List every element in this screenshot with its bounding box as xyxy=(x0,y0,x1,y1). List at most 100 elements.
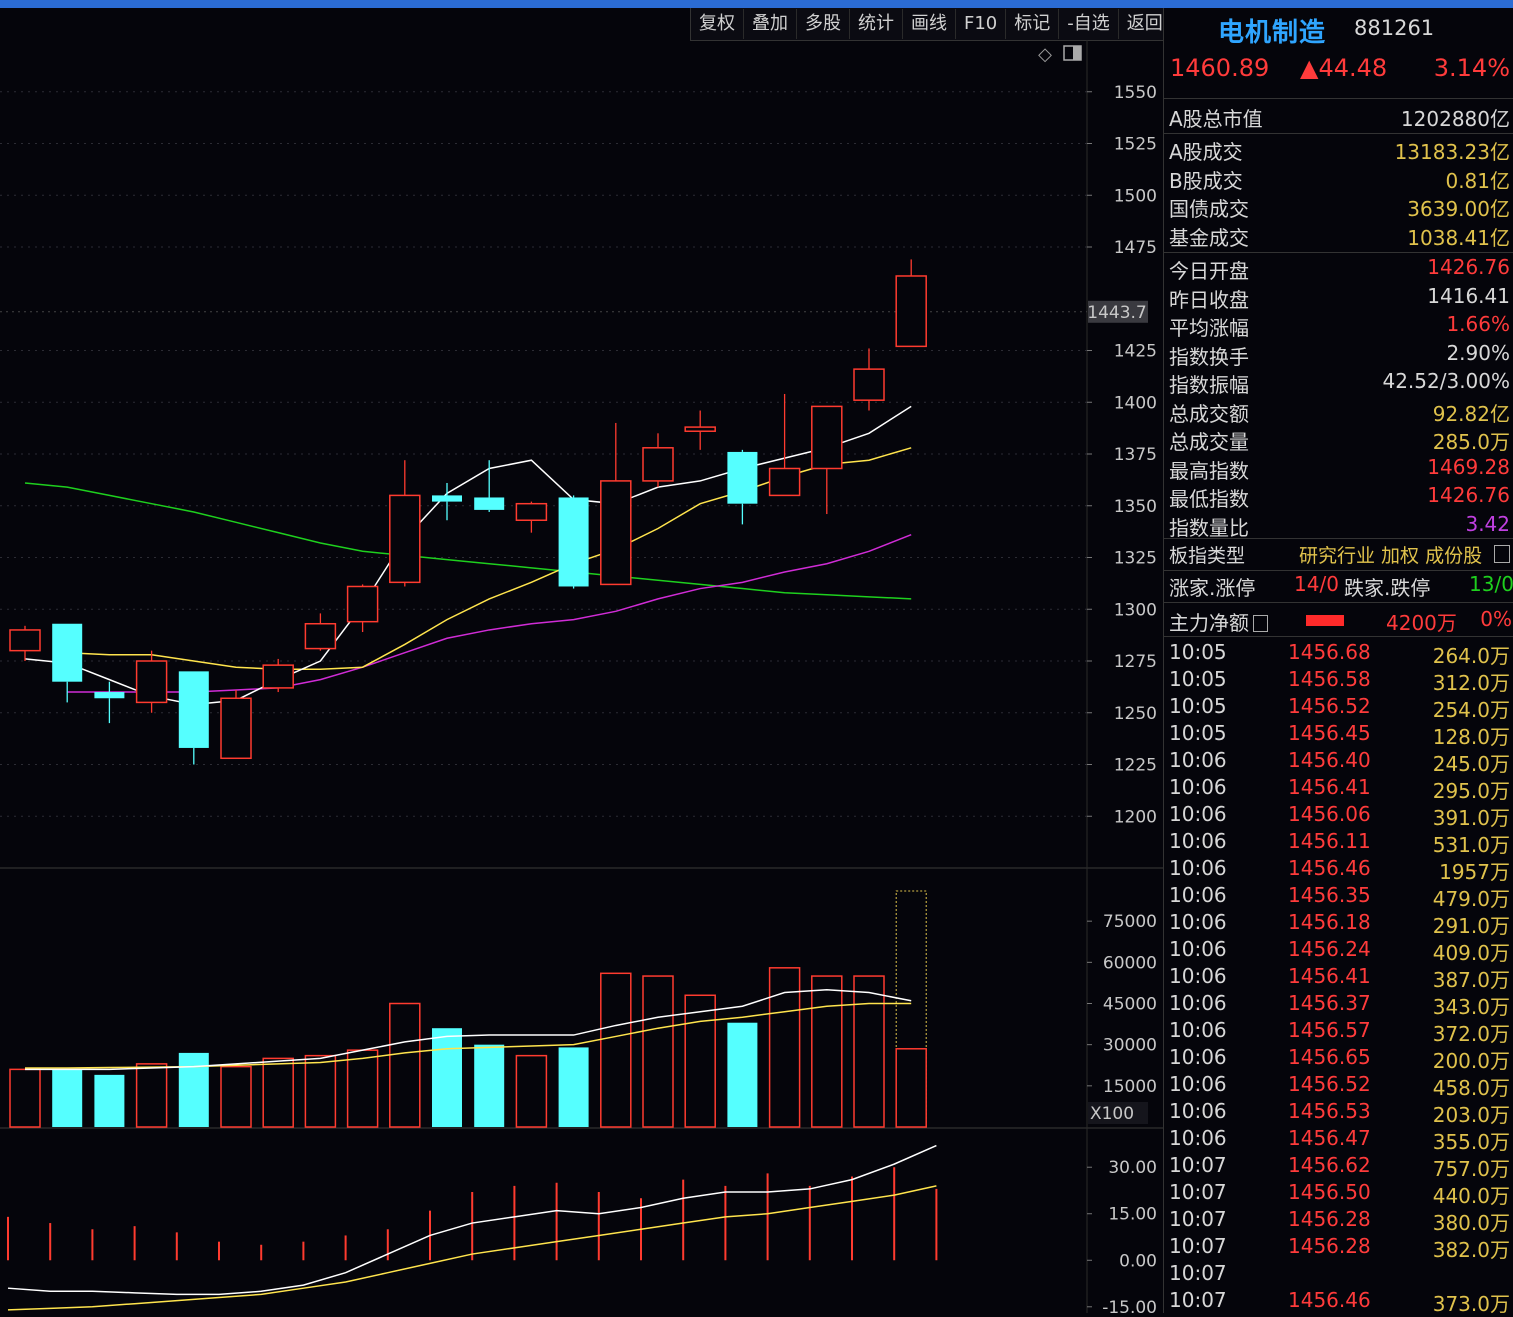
price-tick-label: 1200 xyxy=(1114,807,1157,827)
tick-row: 10:06 1456.11 531.0万 xyxy=(1164,829,1510,857)
tick-price: 1456.58 xyxy=(1288,667,1371,691)
list-icon[interactable] xyxy=(1494,545,1510,563)
tick-row: 10:05 1456.52 254.0万 xyxy=(1164,694,1510,722)
index-type-value: 研究行业 加权 成份股 xyxy=(1299,545,1483,567)
tick-time: 10:05 xyxy=(1169,667,1227,691)
stat-label: 指数换手 xyxy=(1169,344,1249,369)
tick-time: 10:05 xyxy=(1169,721,1227,745)
candle-body xyxy=(895,275,927,348)
candle-body xyxy=(135,660,168,704)
volume-bar xyxy=(811,975,843,1128)
tick-volume: 355.0万 xyxy=(1432,1130,1510,1154)
volume-bar xyxy=(515,1054,548,1128)
price-tick-label: 1375 xyxy=(1114,445,1157,465)
toolbar-overlay-button[interactable]: 叠加 xyxy=(744,9,797,39)
volume-unit-label: X100 xyxy=(1090,1104,1134,1124)
stat-label: 昨日收盘 xyxy=(1169,287,1249,312)
price-tick-label: 1350 xyxy=(1114,497,1157,517)
candle-body xyxy=(52,623,83,682)
toolbar-fuquan-button[interactable]: 复权 xyxy=(691,9,744,39)
tick-row: 10:05 1456.45 128.0万 xyxy=(1164,721,1510,749)
main-flow-row: 主力净额 4200万 0% xyxy=(1164,607,1513,635)
volume-bar xyxy=(52,1069,83,1127)
toolbar-f10-button[interactable]: F10 xyxy=(956,9,1007,39)
turnover-value: 1038.41亿 xyxy=(1407,225,1510,250)
stat-row: 最高指数 1469.28 xyxy=(1164,455,1510,483)
price-tick-label: 1325 xyxy=(1114,549,1157,569)
candle-body xyxy=(94,692,125,699)
stat-value: 1416.41 xyxy=(1427,283,1510,308)
candle-body xyxy=(558,497,589,587)
candle-body xyxy=(684,426,716,432)
index-code: 881261 xyxy=(1354,16,1435,40)
volume-tick-label: 30000 xyxy=(1103,1036,1157,1056)
tick-volume: 245.0万 xyxy=(1432,752,1510,776)
tick-row: 10:06 1456.57 372.0万 xyxy=(1164,1018,1510,1046)
macd-tick-label: 30.00 xyxy=(1108,1158,1157,1178)
candle-body xyxy=(853,368,885,401)
turnover-row: B股成交 0.81亿 xyxy=(1164,165,1510,193)
stat-value: 1469.28 xyxy=(1427,454,1510,479)
tick-volume: 264.0万 xyxy=(1432,644,1510,668)
stat-value: 1.66% xyxy=(1446,312,1510,336)
tick-time: 10:06 xyxy=(1169,883,1227,907)
tick-price: 1456.06 xyxy=(1288,802,1371,826)
kline-chart-area[interactable]: 1550 1525 1500 1475 1425 1400 1375 1350 1325 1300… xyxy=(0,40,1163,1313)
index-type-label: 板指类型 xyxy=(1169,545,1246,567)
toolbar-multi-stock-button[interactable]: 多股 xyxy=(797,9,850,39)
tick-price: 1456.57 xyxy=(1288,1018,1371,1042)
price-tick-label: 1400 xyxy=(1114,393,1157,413)
tick-volume: 343.0万 xyxy=(1432,995,1510,1019)
tick-price: 1456.40 xyxy=(1288,748,1371,772)
stat-row: 指数振幅 42.52/3.00% xyxy=(1164,369,1510,397)
stat-value: 42.52/3.00% xyxy=(1382,369,1510,393)
volume-bar xyxy=(9,1068,41,1128)
main-flow-value: 4200万 xyxy=(1386,611,1457,635)
index-name: 电机制造 xyxy=(1218,18,1327,48)
stat-row: 总成交量 285.0万 xyxy=(1164,426,1510,454)
tick-row: 10:06 1456.37 343.0万 xyxy=(1164,991,1510,1019)
candle-body xyxy=(515,502,548,521)
price-tick-label: 1475 xyxy=(1114,238,1157,258)
candle-body xyxy=(346,585,379,623)
volume-bar xyxy=(727,1022,758,1127)
turnover-value: 13183.23亿 xyxy=(1394,140,1510,164)
main-flow-percent: 0% xyxy=(1480,607,1512,631)
toolbar-mark-button[interactable]: 标记 xyxy=(1006,9,1060,39)
tick-row: 10:06 1456.53 203.0万 xyxy=(1164,1099,1510,1127)
tick-volume: 757.0万 xyxy=(1432,1157,1510,1181)
tick-row: 10:06 1456.41 295.0万 xyxy=(1164,775,1510,803)
stat-label: 最高指数 xyxy=(1169,458,1249,483)
index-type-row: 板指类型 研究行业 加权 成份股 xyxy=(1164,541,1513,569)
stat-label: 最低指数 xyxy=(1169,487,1249,511)
tick-price: 1456.46 xyxy=(1288,856,1371,880)
divider xyxy=(1164,133,1513,134)
toolbar-remove-watchlist-button[interactable]: -自选 xyxy=(1059,9,1119,39)
turnover-label: B股成交 xyxy=(1169,168,1243,193)
tick-time: 10:06 xyxy=(1169,856,1227,880)
limit-row: 涨家.涨停 14/0 跌家.跌停 13/0 xyxy=(1164,572,1513,600)
divider xyxy=(1164,636,1513,637)
candle-body xyxy=(178,671,209,748)
tick-price: 1456.46 xyxy=(1288,1288,1371,1312)
toolbar-stats-button[interactable]: 统计 xyxy=(850,9,903,39)
tick-row: 10:06 1456.52 458.0万 xyxy=(1164,1072,1510,1100)
list-icon[interactable] xyxy=(1253,615,1268,632)
stat-label: 指数量比 xyxy=(1169,515,1249,540)
candle-body xyxy=(600,480,632,586)
macd-tick-label: 15.00 xyxy=(1108,1205,1157,1225)
turnover-row: A股成交 13183.23亿 xyxy=(1164,136,1510,164)
main-flow-label: 主力净额 xyxy=(1169,607,1268,636)
tick-volume: 372.0万 xyxy=(1432,1022,1510,1046)
candle-body xyxy=(220,697,252,760)
stat-value: 3.42 xyxy=(1465,511,1510,536)
tick-time: 10:07 xyxy=(1169,1234,1227,1258)
price-tick-label: 1225 xyxy=(1114,756,1157,776)
volume-bar xyxy=(474,1044,505,1127)
volume-bar xyxy=(432,1028,462,1127)
toolbar-draw-button[interactable]: 画线 xyxy=(903,9,956,39)
tick-time: 10:07 xyxy=(1169,1261,1227,1285)
tick-price: 1456.24 xyxy=(1288,937,1371,961)
stat-value: 1426.76 xyxy=(1427,483,1510,507)
tick-row: 10:06 1456.35 479.0万 xyxy=(1164,883,1510,911)
